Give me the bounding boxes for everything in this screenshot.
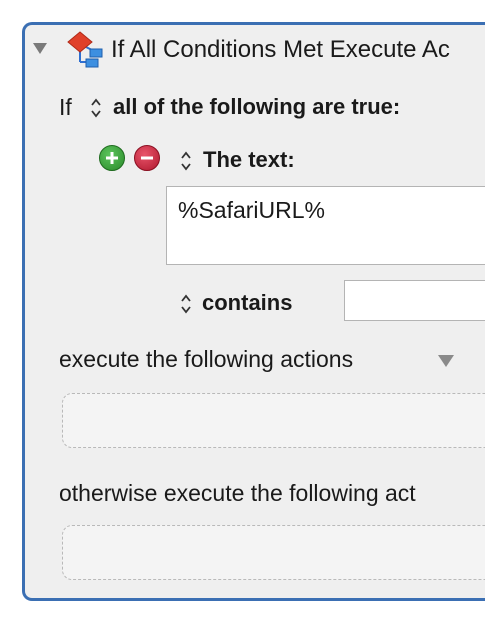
condition-text-field[interactable]: %SafariURL% <box>166 186 485 265</box>
disclosure-triangle-icon[interactable] <box>33 43 47 54</box>
operand-field[interactable] <box>344 280 485 321</box>
add-condition-button[interactable] <box>99 145 125 171</box>
match-mode-updown-icon[interactable] <box>90 96 102 120</box>
operator-selector[interactable]: contains <box>202 290 292 316</box>
plus-icon <box>106 152 118 164</box>
else-actions-dropzone[interactable] <box>62 525 485 580</box>
else-block-label: otherwise execute the following act <box>59 480 416 506</box>
minus-icon <box>141 156 153 160</box>
remove-condition-button[interactable] <box>134 145 160 171</box>
then-actions-dropzone[interactable] <box>62 393 485 448</box>
action-title[interactable]: If All Conditions Met Execute Ac <box>111 36 450 64</box>
then-block-label: execute the following actions <box>59 346 354 372</box>
then-block-menu-icon[interactable] <box>438 355 454 367</box>
if-label: If <box>59 94 72 120</box>
condition-type-updown-icon[interactable] <box>180 149 192 173</box>
if-then-action-icon <box>66 30 106 70</box>
condition-type-selector[interactable]: The text: <box>203 147 295 173</box>
operator-updown-icon[interactable] <box>180 292 192 316</box>
match-mode-selector[interactable]: all of the following are true: <box>113 94 400 120</box>
